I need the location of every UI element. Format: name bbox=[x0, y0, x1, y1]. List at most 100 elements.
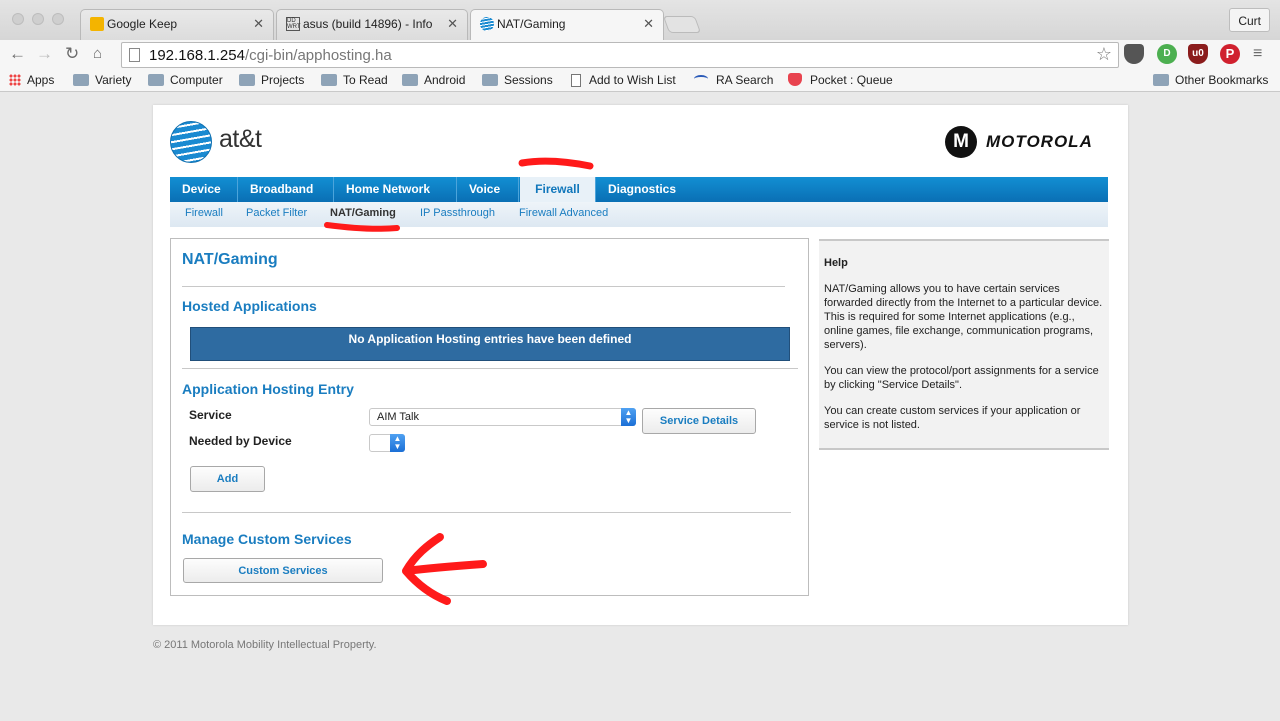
bookmark-label: Pocket : Queue bbox=[810, 73, 893, 87]
tab-title: Google Keep bbox=[107, 17, 178, 31]
bookmark-label: Android bbox=[424, 73, 466, 87]
bookmark-label: Projects bbox=[261, 73, 305, 87]
folder-icon bbox=[321, 74, 337, 86]
tab-title: NAT/Gaming bbox=[497, 17, 566, 31]
url-host: 192.168.1.254 bbox=[149, 47, 245, 64]
tab-close-icon[interactable]: ✕ bbox=[253, 16, 264, 32]
folder-icon bbox=[148, 74, 164, 86]
service-select[interactable]: AIM Talk ▲ ▼ bbox=[369, 408, 636, 426]
tab-voice[interactable]: Voice bbox=[457, 177, 519, 202]
tab-broadband[interactable]: Broadband bbox=[238, 177, 334, 202]
url-path: /cgi-bin/apphosting.ha bbox=[244, 47, 392, 64]
att-globe-logo bbox=[170, 121, 212, 163]
browser-toolbar: ← → ↻ ⌂ 192.168.1.254/cgi-bin/apphosting… bbox=[0, 40, 1280, 70]
router-page: at&t M MOTOROLA Device Broadband Home Ne… bbox=[153, 105, 1128, 625]
help-title: Help bbox=[824, 257, 848, 269]
bookmark-computer[interactable]: Computer bbox=[148, 73, 223, 87]
help-paragraph: You can view the protocol/port assignmen… bbox=[824, 365, 1099, 391]
bookmark-add-to-wish-list[interactable]: Add to Wish List bbox=[571, 73, 676, 87]
page-title: NAT/Gaming bbox=[182, 251, 278, 268]
subtab-ip-passthrough[interactable]: IP Passthrough bbox=[420, 207, 495, 219]
pinterest-icon[interactable]: P bbox=[1220, 44, 1240, 64]
subtab-firewall-advanced[interactable]: Firewall Advanced bbox=[519, 207, 608, 219]
keep-icon bbox=[90, 17, 104, 31]
bookmark-apps[interactable]: Apps bbox=[9, 73, 54, 87]
other-bookmarks[interactable]: Other Bookmarks bbox=[1153, 73, 1268, 87]
bookmark-label: Other Bookmarks bbox=[1175, 73, 1269, 87]
ublock-icon[interactable]: u0 bbox=[1188, 44, 1208, 64]
manage-custom-services-heading: Manage Custom Services bbox=[182, 531, 352, 547]
subtab-packet-filter[interactable]: Packet Filter bbox=[246, 207, 307, 219]
subtab-firewall[interactable]: Firewall bbox=[185, 207, 223, 219]
chevron-updown-icon: ▲ ▼ bbox=[621, 408, 636, 426]
main-nav: Device Broadband Home Network Voice Fire… bbox=[170, 177, 1108, 202]
browser-tab-asus[interactable]: DD WRT asus (build 14896) - Info ✕ bbox=[276, 9, 468, 40]
bookmark-label: Apps bbox=[27, 73, 55, 87]
motorola-logo-icon: M bbox=[945, 126, 977, 158]
bookmark-variety[interactable]: Variety bbox=[73, 73, 131, 87]
bookmark-sessions[interactable]: Sessions bbox=[482, 73, 553, 87]
address-bar[interactable]: 192.168.1.254/cgi-bin/apphosting.ha ☆ bbox=[121, 42, 1119, 68]
tab-home-network[interactable]: Home Network bbox=[334, 177, 457, 202]
bookmark-pocket-queue[interactable]: Pocket : Queue bbox=[788, 73, 893, 87]
bookmark-label: Sessions bbox=[504, 73, 553, 87]
divider bbox=[182, 286, 785, 287]
motorola-brand: MOTOROLA bbox=[986, 132, 1093, 151]
ddwrt-icon: DD WRT bbox=[286, 17, 301, 31]
window-zoom-control[interactable] bbox=[52, 13, 64, 25]
forward-arrow-icon[interactable]: → bbox=[36, 44, 53, 64]
profile-button[interactable]: Curt bbox=[1229, 8, 1270, 32]
page-icon bbox=[129, 48, 140, 62]
subtab-nat-gaming[interactable]: NAT/Gaming bbox=[330, 207, 396, 219]
reload-icon[interactable]: ↻ bbox=[65, 44, 79, 64]
help-paragraph: You can create custom services if your a… bbox=[824, 405, 1081, 431]
menu-icon[interactable]: ≡ bbox=[1253, 44, 1262, 64]
chevron-updown-icon: ▲ ▼ bbox=[390, 434, 405, 452]
bookmark-label: Computer bbox=[170, 73, 223, 87]
bookmark-label: Add to Wish List bbox=[589, 73, 676, 87]
browser-tab-google-keep[interactable]: Google Keep ✕ bbox=[80, 9, 274, 40]
window-minimize-control[interactable] bbox=[32, 13, 44, 25]
nat-gaming-panel: NAT/Gaming Hosted Applications No Applic… bbox=[170, 238, 809, 596]
custom-services-button[interactable]: Custom Services bbox=[183, 558, 383, 583]
device-select[interactable]: ▲ ▼ bbox=[369, 434, 405, 452]
att-brand: at&t bbox=[219, 125, 262, 153]
help-paragraph: NAT/Gaming allows you to have certain se… bbox=[824, 283, 1103, 351]
hosted-applications-heading: Hosted Applications bbox=[182, 298, 317, 314]
add-button[interactable]: Add bbox=[190, 466, 265, 492]
needed-by-device-label: Needed by Device bbox=[189, 434, 292, 448]
bookmark-ra-search[interactable]: RA Search bbox=[694, 73, 773, 87]
service-details-button[interactable]: Service Details bbox=[642, 408, 756, 434]
att-favicon-icon bbox=[480, 17, 494, 31]
browser-tab-nat-gaming[interactable]: NAT/Gaming ✕ bbox=[470, 9, 664, 40]
pocket-extension-icon[interactable] bbox=[1124, 44, 1144, 64]
service-label: Service bbox=[189, 408, 232, 422]
bookmark-android[interactable]: Android bbox=[402, 73, 465, 87]
ra-icon bbox=[694, 75, 708, 83]
tab-firewall[interactable]: Firewall bbox=[520, 177, 596, 202]
apps-icon bbox=[9, 74, 21, 86]
application-hosting-entry-heading: Application Hosting Entry bbox=[182, 381, 354, 397]
folder-icon bbox=[402, 74, 418, 86]
bookmark-projects[interactable]: Projects bbox=[239, 73, 304, 87]
back-arrow-icon[interactable]: ← bbox=[9, 44, 26, 64]
tab-close-icon[interactable]: ✕ bbox=[447, 16, 458, 32]
ext-d-icon[interactable]: D bbox=[1157, 44, 1177, 64]
bookmarks-bar: Apps Variety Computer Projects To Read A… bbox=[0, 70, 1280, 92]
browser-tab-bar: Google Keep ✕ DD WRT asus (build 14896) -… bbox=[0, 0, 1280, 40]
hosted-applications-empty-notice: No Application Hosting entries have been… bbox=[190, 327, 790, 361]
tab-close-icon[interactable]: ✕ bbox=[643, 16, 654, 32]
folder-icon bbox=[482, 74, 498, 86]
tab-diagnostics[interactable]: Diagnostics bbox=[596, 177, 694, 202]
tab-device[interactable]: Device bbox=[170, 177, 238, 202]
folder-icon bbox=[239, 74, 255, 86]
copyright-footer: © 2011 Motorola Mobility Intellectual Pr… bbox=[153, 639, 377, 651]
home-icon[interactable]: ⌂ bbox=[93, 44, 102, 64]
pocket-icon bbox=[788, 73, 802, 86]
new-tab-button[interactable] bbox=[662, 16, 702, 33]
document-icon bbox=[571, 74, 581, 87]
bookmark-to-read[interactable]: To Read bbox=[321, 73, 388, 87]
bookmark-label: Variety bbox=[95, 73, 132, 87]
window-close-control[interactable] bbox=[12, 13, 24, 25]
bookmark-star-icon[interactable]: ☆ bbox=[1096, 44, 1112, 65]
